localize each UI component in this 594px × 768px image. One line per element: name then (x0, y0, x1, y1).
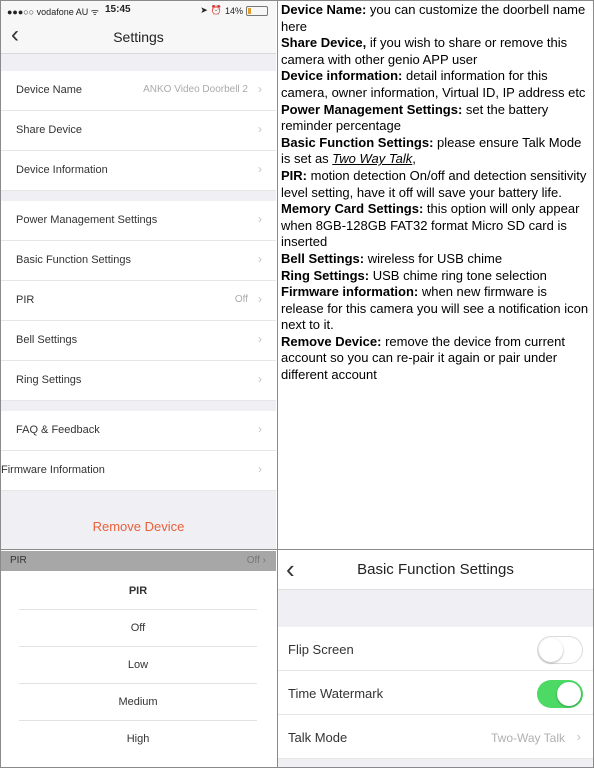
pir-picker-screen: PIR Off › PIR Off Low Medium High (1, 551, 276, 767)
carrier-label: ●●●○○ vodafone AU ᯤ (7, 7, 99, 17)
row-talk-mode[interactable]: Talk Mode Two-Way Talk › (278, 715, 593, 759)
row-ring-settings[interactable]: Ring Settings › (1, 361, 276, 401)
row-pir[interactable]: PIR Off › (1, 281, 276, 321)
desc-device-name: Device Name: you can customize the doorb… (281, 2, 586, 34)
desc-bell-settings: Bell Settings: wireless for USB chime (281, 250, 503, 266)
desc-memory-card: Memory Card Settings: this option will o… (281, 201, 580, 250)
chevron-right-icon: › (576, 729, 581, 744)
status-bar: ●●●○○ vodafone AU ᯤ 15:45 ➤ ⏰ 14% (1, 1, 276, 19)
chevron-right-icon: › (258, 162, 262, 176)
desc-firmware-information: Firmware information: when new firmware … (281, 284, 589, 333)
chevron-right-icon: › (258, 332, 262, 346)
description-list: Device Name: you can customize the doorb… (281, 2, 591, 384)
row-share-device[interactable]: Share Device › (1, 111, 276, 151)
desc-pir: PIR: motion detection On/off and detecti… (281, 167, 587, 200)
row-label: Time Watermark (288, 686, 384, 701)
picker-title: PIR (19, 573, 257, 610)
time-watermark-toggle[interactable] (537, 680, 583, 708)
divider-horizontal (0, 549, 594, 550)
desc-power-management: Power Management Settings: set the batte… (281, 101, 549, 134)
nav-bar: ‹ Basic Function Settings (278, 551, 593, 590)
row-bell-settings[interactable]: Bell Settings › (1, 321, 276, 361)
row-label: Firmware Information (1, 464, 105, 476)
picker-option-high[interactable]: High (19, 721, 257, 757)
row-label: Basic Function Settings (16, 254, 131, 266)
settings-screen: ●●●○○ vodafone AU ᯤ 15:45 ➤ ⏰ 14% ‹ Sett… (1, 1, 276, 549)
desc-ring-settings: Ring Settings: USB chime ring tone selec… (281, 267, 547, 283)
page-title: Basic Function Settings (357, 561, 514, 578)
location-icon: ➤ (200, 5, 208, 15)
desc-basic-function: Basic Function Settings: please ensure T… (281, 134, 582, 167)
picker-option-low[interactable]: Low (19, 647, 257, 684)
chevron-right-icon: › (258, 422, 262, 436)
row-label: Power Management Settings (16, 214, 158, 226)
alarm-icon: ⏰ (210, 5, 222, 15)
clock: 15:45 (105, 4, 131, 15)
chevron-right-icon: › (258, 122, 262, 136)
battery-percent: 14% (224, 5, 243, 16)
row-firmware-information[interactable]: Firmware Information › (1, 451, 276, 491)
pir-header-value: Off › (246, 555, 266, 566)
row-basic-function[interactable]: Basic Function Settings › (1, 241, 276, 281)
chevron-right-icon: › (258, 252, 262, 266)
flip-screen-toggle[interactable] (537, 636, 583, 664)
row-label: Device Name (16, 84, 83, 96)
row-device-information[interactable]: Device Information › (1, 151, 276, 191)
row-value: Off (234, 294, 248, 305)
row-time-watermark: Time Watermark (278, 671, 593, 715)
page-title: Settings (113, 29, 164, 45)
picker-option-medium[interactable]: Medium (19, 684, 257, 721)
battery-icon (246, 5, 268, 16)
chevron-right-icon: › (262, 555, 266, 566)
desc-device-information: Device information: detail information f… (281, 68, 586, 100)
row-device-name[interactable]: Device Name ANKO Video Doorbell 2 › (1, 71, 276, 111)
remove-device-button[interactable]: Remove Device (1, 519, 276, 534)
row-label: Flip Screen (288, 642, 354, 657)
chevron-right-icon: › (258, 462, 262, 476)
row-value: ANKO Video Doorbell 2 (143, 84, 248, 95)
row-value: Two-Way Talk (490, 731, 565, 745)
row-power-management[interactable]: Power Management Settings › (1, 201, 276, 241)
row-label: Bell Settings (16, 334, 78, 346)
row-label: Share Device (16, 124, 83, 136)
row-label: PIR (16, 294, 35, 306)
pir-header-label: PIR (10, 555, 27, 566)
picker-option-off[interactable]: Off (19, 610, 257, 647)
basic-function-screen: ‹ Basic Function Settings Flip Screen Ti… (278, 551, 593, 767)
row-label: Talk Mode (288, 730, 348, 745)
row-label: FAQ & Feedback (16, 424, 100, 436)
pir-header-row: PIR Off › (1, 551, 276, 571)
row-faq-feedback[interactable]: FAQ & Feedback › (1, 411, 276, 451)
desc-remove-device: Remove Device: remove the device from cu… (281, 333, 565, 383)
chevron-right-icon: › (258, 372, 262, 386)
chevron-right-icon: › (258, 292, 262, 306)
chevron-right-icon: › (258, 82, 262, 96)
nav-bar: ‹ Settings (1, 19, 276, 54)
chevron-right-icon: › (258, 212, 262, 226)
desc-share-device: Share Device, if you wish to share or re… (281, 35, 568, 67)
status-right: ➤ ⏰ 14% (200, 5, 268, 16)
row-flip-screen: Flip Screen (278, 627, 593, 671)
row-label: Device Information (16, 164, 108, 176)
row-label: Ring Settings (16, 374, 82, 386)
